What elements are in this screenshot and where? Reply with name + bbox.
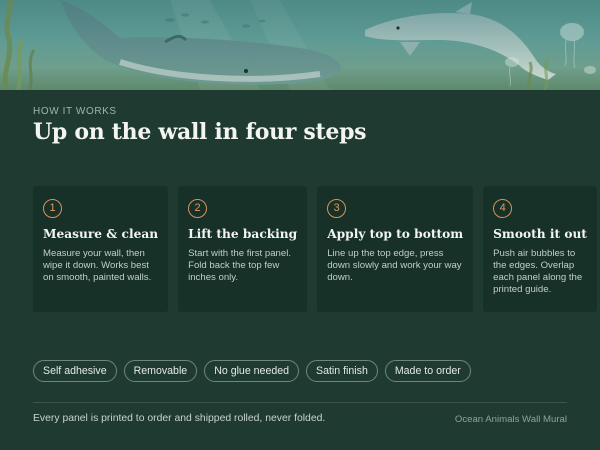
step-card-1: 1 Measure & clean Measure your wall, the…	[33, 186, 169, 312]
feature-chips: Self adhesive Removable No glue needed S…	[33, 360, 471, 382]
hero-mural-image	[0, 0, 600, 90]
step-title: Measure & clean	[43, 227, 159, 241]
footer-note: Every panel is printed to order and ship…	[33, 413, 326, 424]
step-number: 4	[493, 199, 513, 218]
feature-chip-satin-finish: Satin finish	[306, 360, 378, 382]
step-body: Push air bubbles to the edges. Overlap e…	[493, 248, 583, 295]
step-card-4: 4 Smooth it out Push air bubbles to the …	[483, 186, 597, 312]
section-title: Up on the wall in four steps	[33, 119, 367, 145]
footer-divider	[33, 402, 567, 403]
step-card-2: 2 Lift the backing Start with the first …	[178, 186, 308, 312]
steps-list: 1 Measure & clean Measure your wall, the…	[33, 186, 597, 312]
step-body: Start with the first panel. Fold back th…	[188, 248, 292, 283]
step-number: 2	[188, 199, 208, 218]
step-number: 1	[43, 199, 62, 218]
section-eyebrow: HOW IT WORKS	[33, 106, 117, 117]
step-body: Measure your wall, then wipe it down. Wo…	[43, 248, 152, 283]
step-body: Line up the top edge, press down slowly …	[327, 248, 462, 283]
ocean-illustration	[2, 0, 596, 90]
step-title: Apply top to bottom	[327, 227, 464, 241]
footer-brand: Ocean Animals Wall Mural	[454, 414, 567, 425]
step-number: 3	[327, 199, 347, 218]
feature-chip-removable: Removable	[123, 360, 198, 382]
step-card-3: 3 Apply top to bottom Line up the top ed…	[317, 186, 474, 312]
feature-chip-made-to-order: Made to order	[384, 360, 471, 382]
feature-chip-no-glue: No glue needed	[204, 360, 300, 382]
feature-chip-self-adhesive: Self adhesive	[33, 360, 117, 382]
step-title: Lift the backing	[188, 227, 298, 241]
step-title: Smooth it out	[493, 227, 587, 241]
